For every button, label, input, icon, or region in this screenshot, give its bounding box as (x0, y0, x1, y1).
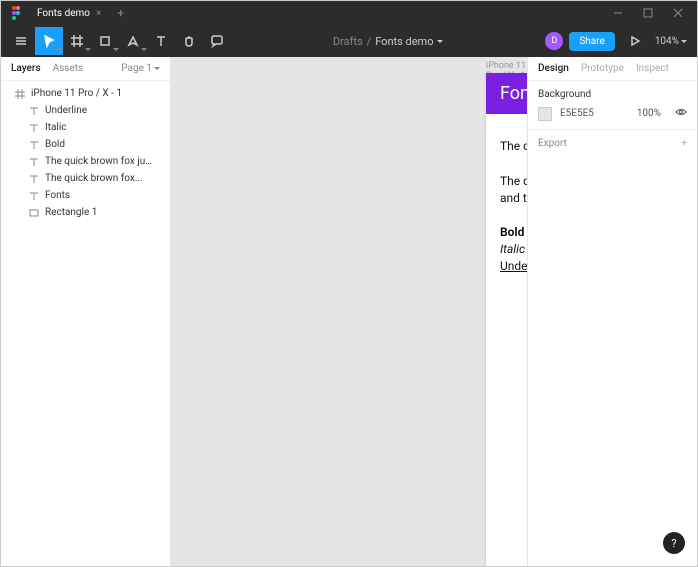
layer-row[interactable]: Rectangle 1 (1, 204, 170, 221)
layer-label: Underline (45, 105, 87, 116)
move-tool-button[interactable] (35, 27, 63, 55)
breadcrumb[interactable]: Drafts / Fonts demo (231, 35, 545, 48)
zoom-dropdown[interactable]: 104% (655, 36, 687, 47)
layer-label: Bold (45, 139, 65, 150)
tab-prototype[interactable]: Prototype (581, 63, 624, 74)
avatar[interactable]: D (545, 32, 563, 50)
frame-icon (15, 89, 25, 99)
frame-tool-button[interactable] (63, 27, 91, 55)
figma-logo-icon (9, 5, 25, 21)
layer-label: Fonts (45, 190, 70, 201)
window-tab[interactable]: Fonts demo × (29, 4, 109, 23)
main-toolbar: Drafts / Fonts demo D Share 104% (1, 25, 697, 57)
layer-frame-row[interactable]: iPhone 11 Pro / X - 1 (1, 85, 170, 102)
tab-assets[interactable]: Assets (53, 63, 84, 74)
canvas-frame[interactable]: Fonts The quick brown fox... The quick b… (486, 73, 527, 566)
background-hex[interactable]: E5E5E5 (560, 108, 594, 119)
rectangle-layer-icon (29, 208, 39, 218)
add-export-button[interactable]: + (681, 138, 687, 149)
shape-tool-button[interactable] (91, 27, 119, 55)
layer-label: iPhone 11 Pro / X - 1 (31, 88, 122, 99)
window-minimize-button[interactable] (603, 1, 633, 25)
canvas-text-underline[interactable]: Underline (500, 258, 527, 275)
canvas[interactable]: iPhone 11 Pro / X - 1 Fonts The quick br… (171, 57, 527, 566)
text-layer-icon (29, 191, 39, 201)
share-button[interactable]: Share (569, 32, 614, 51)
left-panel: Layers Assets Page 1 iPhone 11 Pro / X -… (1, 57, 171, 566)
add-tab-button[interactable]: + (109, 6, 132, 20)
background-opacity[interactable]: 100% (637, 108, 661, 119)
layer-label: The quick brown fox... (45, 173, 143, 184)
layer-row[interactable]: Bold (1, 136, 170, 153)
visibility-toggle-icon[interactable] (675, 106, 687, 121)
text-layer-icon (29, 157, 39, 167)
export-section-label: Export (538, 138, 567, 149)
window-maximize-button[interactable] (633, 1, 663, 25)
layer-row[interactable]: Italic (1, 119, 170, 136)
layer-row[interactable]: Underline (1, 102, 170, 119)
tab-layers[interactable]: Layers (11, 63, 41, 74)
text-layer-icon (29, 174, 39, 184)
layer-label: The quick brown fox jumped...... (45, 156, 160, 167)
layer-row[interactable]: Fonts (1, 187, 170, 204)
canvas-text-p1[interactable]: The quick brown fox... (500, 138, 527, 155)
canvas-text-bold[interactable]: Bold (500, 224, 527, 241)
present-button[interactable] (621, 27, 649, 55)
window-close-button[interactable] (663, 1, 693, 25)
canvas-text-italic[interactable]: Italic (500, 241, 527, 258)
pen-tool-button[interactable] (119, 27, 147, 55)
canvas-text-p2[interactable]: The quick brown fox jumped... and then w… (500, 173, 527, 207)
layer-row[interactable]: The quick brown fox jumped...... (1, 153, 170, 170)
layer-label: Rectangle 1 (45, 207, 97, 218)
text-tool-button[interactable] (147, 27, 175, 55)
background-swatch[interactable] (538, 107, 552, 121)
breadcrumb-parent[interactable]: Drafts (333, 35, 363, 48)
comment-tool-button[interactable] (203, 27, 231, 55)
window-titlebar: Fonts demo × + (1, 1, 697, 25)
tab-design[interactable]: Design (538, 63, 569, 74)
tab-inspect[interactable]: Inspect (636, 63, 669, 74)
close-tab-icon[interactable]: × (96, 8, 101, 19)
text-layer-icon (29, 140, 39, 150)
layer-label: Italic (45, 122, 67, 133)
text-layer-icon (29, 106, 39, 116)
background-section-label: Background (538, 89, 687, 100)
layer-row[interactable]: The quick brown fox... (1, 170, 170, 187)
breadcrumb-doc-title[interactable]: Fonts demo (375, 35, 443, 48)
menu-button[interactable] (7, 27, 35, 55)
help-button[interactable]: ? (663, 532, 685, 554)
hand-tool-button[interactable] (175, 27, 203, 55)
breadcrumb-sep: / (367, 35, 372, 48)
right-panel: Design Prototype Inspect Background E5E5… (527, 57, 697, 566)
window-tab-title: Fonts demo (37, 8, 90, 19)
text-layer-icon (29, 123, 39, 133)
canvas-header-text[interactable]: Fonts (486, 73, 527, 114)
page-dropdown[interactable]: Page 1 (121, 63, 160, 74)
